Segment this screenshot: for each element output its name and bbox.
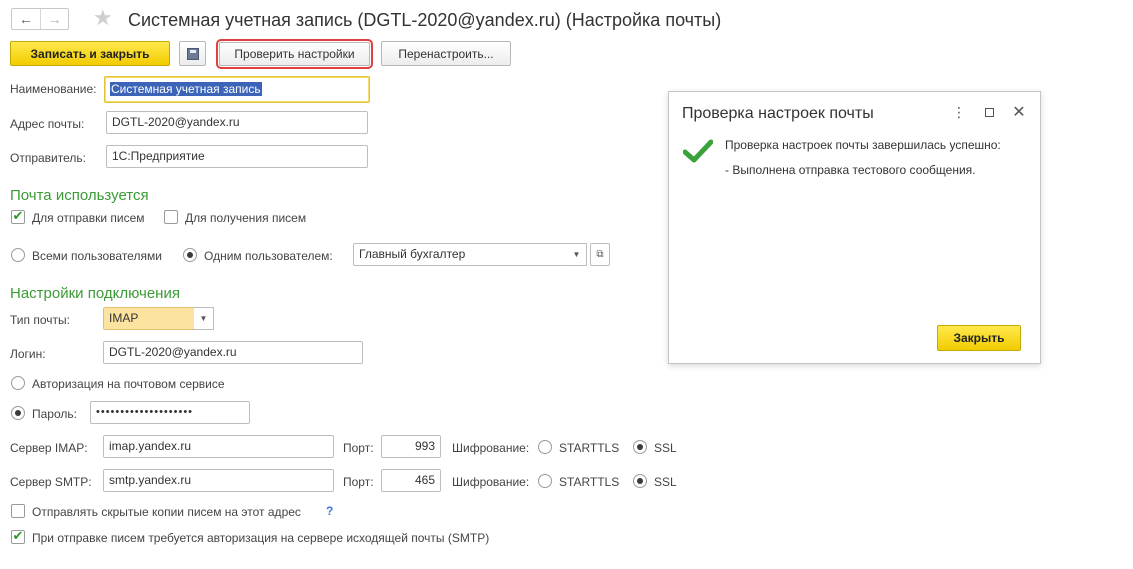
imap-label: Сервер IMAP: <box>10 441 88 455</box>
mail-type-select[interactable]: IMAP <box>103 307 195 330</box>
password-radio[interactable] <box>11 406 25 420</box>
smtp-input[interactable]: smtp.yandex.ru <box>103 469 334 492</box>
password-input[interactable]: •••••••••••••••••••• <box>90 401 250 424</box>
smtp-port-input[interactable]: 465 <box>381 469 441 492</box>
all-users-label: Всеми пользователями <box>32 249 162 263</box>
imap-port-label: Порт: <box>343 441 374 455</box>
radio-dot <box>187 252 193 258</box>
help-icon[interactable]: ? <box>326 504 333 518</box>
sender-label: Отправитель: <box>10 151 86 165</box>
back-button[interactable]: ← <box>12 9 40 29</box>
smtp-auth-label: При отправке писем требуется авторизация… <box>32 531 490 545</box>
password-label: Пароль: <box>32 407 77 421</box>
sender-input[interactable]: 1С:Предприятие <box>106 145 368 168</box>
smtp-auth-checkbox[interactable]: ✔ <box>11 528 25 544</box>
imap-ssl-radio[interactable] <box>633 440 647 454</box>
maximize-box <box>984 107 994 117</box>
smtp-starttls-label: STARTTLS <box>559 475 620 489</box>
star-icon[interactable]: ★ <box>93 6 113 30</box>
reconfigure-button[interactable]: Перенастроить... <box>381 41 511 66</box>
dialog-message-line2: - Выполнена отправка тестового сообщения… <box>725 163 976 177</box>
smtp-ssl-label: SSL <box>654 475 677 489</box>
name-input[interactable]: Системная учетная запись <box>104 76 370 103</box>
mail-type-label: Тип почты: <box>10 313 70 327</box>
dialog-close-button[interactable]: Закрыть <box>937 325 1021 351</box>
receive-checkbox[interactable] <box>164 210 178 224</box>
imap-input[interactable]: imap.yandex.ru <box>103 435 334 458</box>
check-settings-dialog: Проверка настроек почты ⋮ ✕ Проверка нас… <box>668 91 1041 364</box>
open-window-icon: ⧉ <box>596 249 604 260</box>
history-nav: ← → <box>11 8 69 30</box>
smtp-starttls-radio[interactable] <box>538 474 552 488</box>
arrow-left-icon: ← <box>19 11 33 27</box>
smtp-port-label: Порт: <box>343 475 374 489</box>
smtp-label: Сервер SMTP: <box>10 475 92 489</box>
name-value: Системная учетная запись <box>110 82 262 96</box>
radio-dot <box>637 478 643 484</box>
bcc-checkbox[interactable] <box>11 504 25 518</box>
more-vertical-icon[interactable]: ⋮ <box>951 103 967 121</box>
close-icon[interactable]: ✕ <box>1011 103 1027 121</box>
smtp-encryption-label: Шифрование: <box>452 475 530 489</box>
imap-ssl-label: SSL <box>654 441 677 455</box>
mail-type-dropdown-button[interactable]: ▼ <box>194 307 214 330</box>
usage-section-title: Почта используется <box>10 187 149 204</box>
one-user-radio[interactable] <box>183 248 197 262</box>
user-dropdown-button[interactable]: ▼ <box>567 243 587 266</box>
one-user-label: Одним пользователем: <box>204 249 333 263</box>
name-label: Наименование: <box>10 82 97 96</box>
chevron-down-icon: ▼ <box>572 250 581 259</box>
dialog-title: Проверка настроек почты <box>682 105 874 122</box>
user-open-button[interactable]: ⧉ <box>590 243 610 266</box>
check-settings-button[interactable]: Проверить настройки <box>216 39 373 69</box>
radio-dot <box>15 410 21 416</box>
all-users-radio[interactable] <box>11 248 25 262</box>
connection-section-title: Настройки подключения <box>10 285 180 302</box>
imap-encryption-label: Шифрование: <box>452 441 530 455</box>
login-input[interactable]: DGTL-2020@yandex.ru <box>103 341 363 364</box>
receive-label: Для получения писем <box>185 211 307 225</box>
imap-port-input[interactable]: 993 <box>381 435 441 458</box>
imap-starttls-label: STARTTLS <box>559 441 620 455</box>
checkmark-icon <box>683 139 713 163</box>
radio-dot <box>637 444 643 450</box>
email-label: Адрес почты: <box>10 117 85 131</box>
page-title: Системная учетная запись (DGTL-2020@yand… <box>128 10 722 30</box>
save-button[interactable] <box>179 41 206 66</box>
dialog-message-line1: Проверка настроек почты завершилась успе… <box>725 138 1001 152</box>
floppy-disk-icon <box>186 47 199 60</box>
auth-service-radio[interactable] <box>11 376 25 390</box>
smtp-ssl-radio[interactable] <box>633 474 647 488</box>
send-label: Для отправки писем <box>32 211 145 225</box>
checkmark-icon: ✔ <box>12 528 24 543</box>
maximize-icon[interactable] <box>981 103 997 121</box>
arrow-right-icon: → <box>47 11 62 27</box>
checkmark-icon: ✔ <box>12 208 24 223</box>
send-checkbox[interactable]: ✔ <box>11 208 25 224</box>
user-select[interactable]: Главный бухгалтер <box>353 243 568 266</box>
auth-service-label: Авторизация на почтовом сервисе <box>32 377 225 391</box>
email-input[interactable]: DGTL-2020@yandex.ru <box>106 111 368 134</box>
imap-starttls-radio[interactable] <box>538 440 552 454</box>
save-and-close-button[interactable]: Записать и закрыть <box>10 41 170 66</box>
bcc-label: Отправлять скрытые копии писем на этот а… <box>32 505 301 519</box>
forward-button[interactable]: → <box>40 9 68 29</box>
chevron-down-icon: ▼ <box>199 314 208 323</box>
login-label: Логин: <box>10 347 46 361</box>
